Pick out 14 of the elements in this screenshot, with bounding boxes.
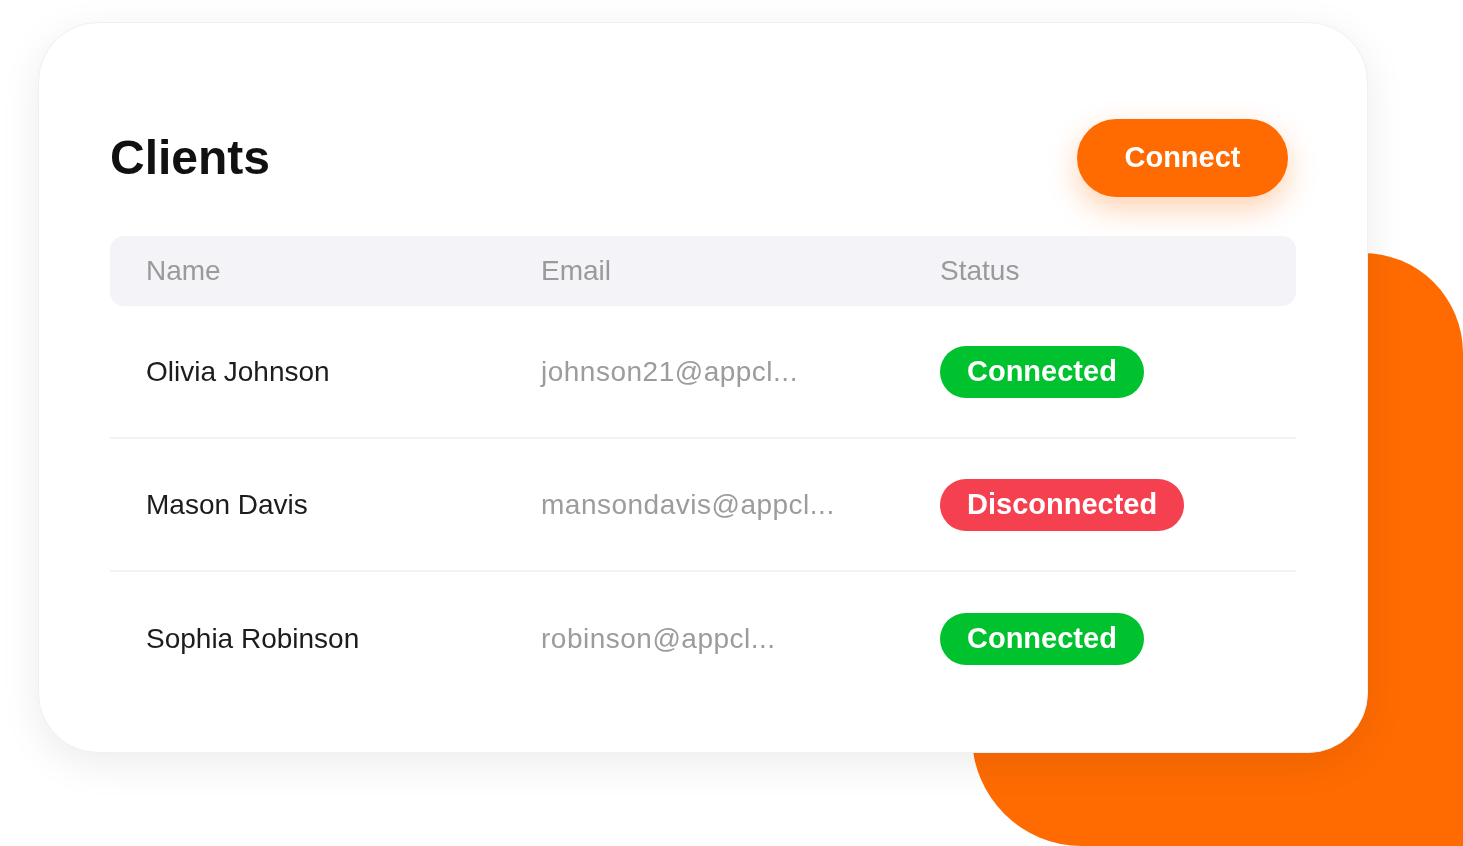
column-header: Status (940, 254, 1020, 288)
client-email: mansondavis@appcl... (541, 487, 835, 522)
client-name: Olivia Johnson (146, 354, 330, 389)
status-badge: Connected (940, 612, 1144, 665)
client-name: Sophia Robinson (146, 621, 360, 656)
client-email: johnson21@appcl... (541, 354, 798, 389)
client-email: robinson@appcl... (541, 621, 776, 656)
column-header: Name (146, 254, 221, 288)
status-badge: Connected (940, 345, 1144, 398)
client-name: Mason Davis (146, 487, 308, 522)
column-header: Email (541, 254, 611, 288)
connect-button[interactable]: Connect (1077, 119, 1288, 197)
status-badge: Disconnected (940, 478, 1185, 531)
page-title: Clients (110, 134, 271, 182)
